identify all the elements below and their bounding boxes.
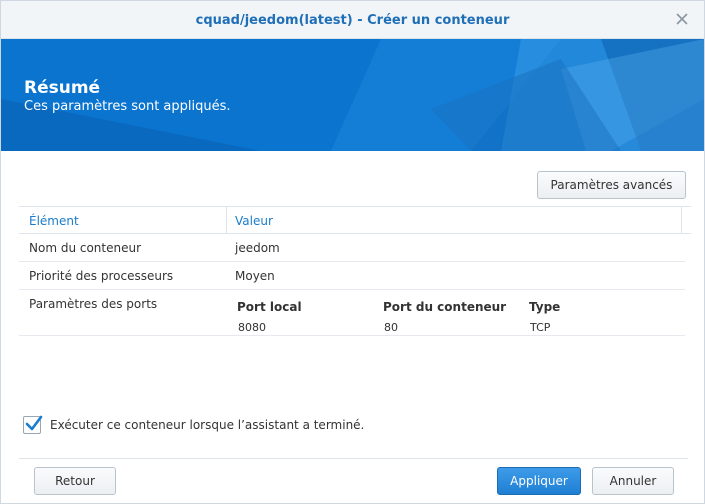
port-container-value: 80 [384,321,398,334]
close-icon [676,13,688,25]
table-row-ports: Paramètres des ports Port local Port du … [19,290,685,336]
port-container-header: Port du conteneur [383,300,507,314]
banner-heading: Résumé [24,78,101,98]
run-after-checkbox[interactable] [23,415,43,434]
row-key: Priorité des processeurs [29,269,174,283]
port-local-header: Port local [237,300,302,314]
column-header-element[interactable]: Élément [29,214,79,228]
footer-divider [19,458,688,459]
summary-banner: Résumé Ces paramètres sont appliqués. [1,39,704,151]
row-value: jeedom [235,241,280,255]
row-key: Nom du conteneur [29,241,142,255]
table-row: Priorité des processeurs Moyen [19,262,685,290]
column-divider [681,207,682,234]
banner-background-graphic [1,39,704,151]
apply-button[interactable]: Appliquer [497,467,581,495]
table-header: Élément Valeur [19,206,691,234]
column-divider [226,207,227,234]
port-local-value: 8080 [238,321,266,334]
create-container-dialog: cquad/jeedom(latest) - Créer un conteneu… [0,0,705,504]
back-button[interactable]: Retour [34,467,116,495]
run-after-option: Exécuter ce conteneur lorsque l’assistan… [23,415,364,434]
cancel-button[interactable]: Annuler [592,467,674,495]
row-key: Paramètres des ports [29,297,158,311]
row-value: Moyen [235,269,275,283]
run-after-label[interactable]: Exécuter ce conteneur lorsque l’assistan… [50,418,364,432]
close-button[interactable] [674,11,690,27]
dialog-title: cquad/jeedom(latest) - Créer un conteneu… [195,13,510,28]
checkmark-icon [25,415,43,431]
banner-subheading: Ces paramètres sont appliqués. [24,99,231,114]
advanced-settings-button[interactable]: Paramètres avancés [537,171,686,199]
table-row: Nom du conteneur jeedom [19,234,685,262]
port-type-header: Type [529,300,561,314]
column-header-value[interactable]: Valeur [235,214,273,228]
dialog-titlebar: cquad/jeedom(latest) - Créer un conteneu… [1,1,704,39]
port-type-value: TCP [530,321,551,334]
